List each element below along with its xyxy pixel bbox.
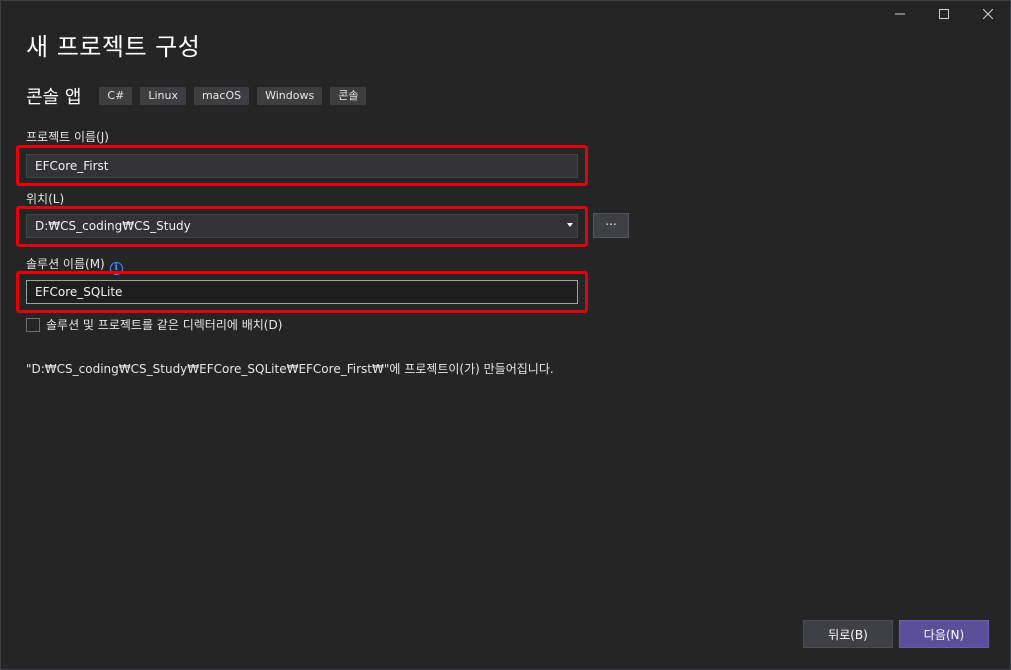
- same-directory-checkbox[interactable]: [26, 317, 40, 332]
- project-name-label: 프로젝트 이름(J): [26, 130, 109, 144]
- tag-platform-windows: Windows: [257, 87, 323, 105]
- window-controls: [878, 1, 1010, 27]
- tag-platform-linux: Linux: [140, 87, 186, 105]
- close-icon: [983, 9, 993, 19]
- browse-button[interactable]: ...: [593, 213, 629, 238]
- tag-project-type: 콘솔: [330, 87, 367, 105]
- dropdown-arrow-icon[interactable]: [567, 223, 573, 227]
- location-label: 위치(L): [26, 192, 65, 206]
- template-summary: 콘솔 앱 C# Linux macOS Windows 콘솔: [26, 83, 367, 109]
- maximize-icon: [939, 9, 949, 19]
- solution-name-input[interactable]: EFCore_SQLite: [26, 280, 578, 304]
- same-directory-label: 솔루션 및 프로젝트를 같은 디렉터리에 배치(D): [46, 318, 283, 332]
- next-button[interactable]: 다음(N): [899, 620, 989, 648]
- output-path-note: "D:₩CS_coding₩CS_Study₩EFCore_SQLite₩EFC…: [26, 362, 554, 376]
- minimize-icon: [895, 13, 905, 15]
- tag-language: C#: [99, 87, 133, 105]
- template-name: 콘솔 앱: [26, 87, 82, 108]
- minimize-button[interactable]: [878, 1, 922, 27]
- back-button[interactable]: 뒤로(B): [803, 620, 893, 648]
- project-name-input[interactable]: EFCore_First: [26, 154, 578, 178]
- location-combobox[interactable]: D:₩CS_coding₩CS_Study: [26, 214, 578, 238]
- tag-platform-macos: macOS: [193, 87, 250, 105]
- close-button[interactable]: [966, 1, 1010, 27]
- same-directory-option[interactable]: 솔루션 및 프로젝트를 같은 디렉터리에 배치(D): [26, 316, 282, 333]
- page-title: 새 프로젝트 구성: [26, 33, 201, 61]
- configure-project-window: 새 프로젝트 구성 콘솔 앱 C# Linux macOS Windows 콘솔…: [0, 0, 1011, 670]
- location-value: D:₩CS_coding₩CS_Study: [35, 219, 191, 233]
- solution-name-label: 솔루션 이름(M): [26, 257, 105, 271]
- maximize-button[interactable]: [922, 1, 966, 27]
